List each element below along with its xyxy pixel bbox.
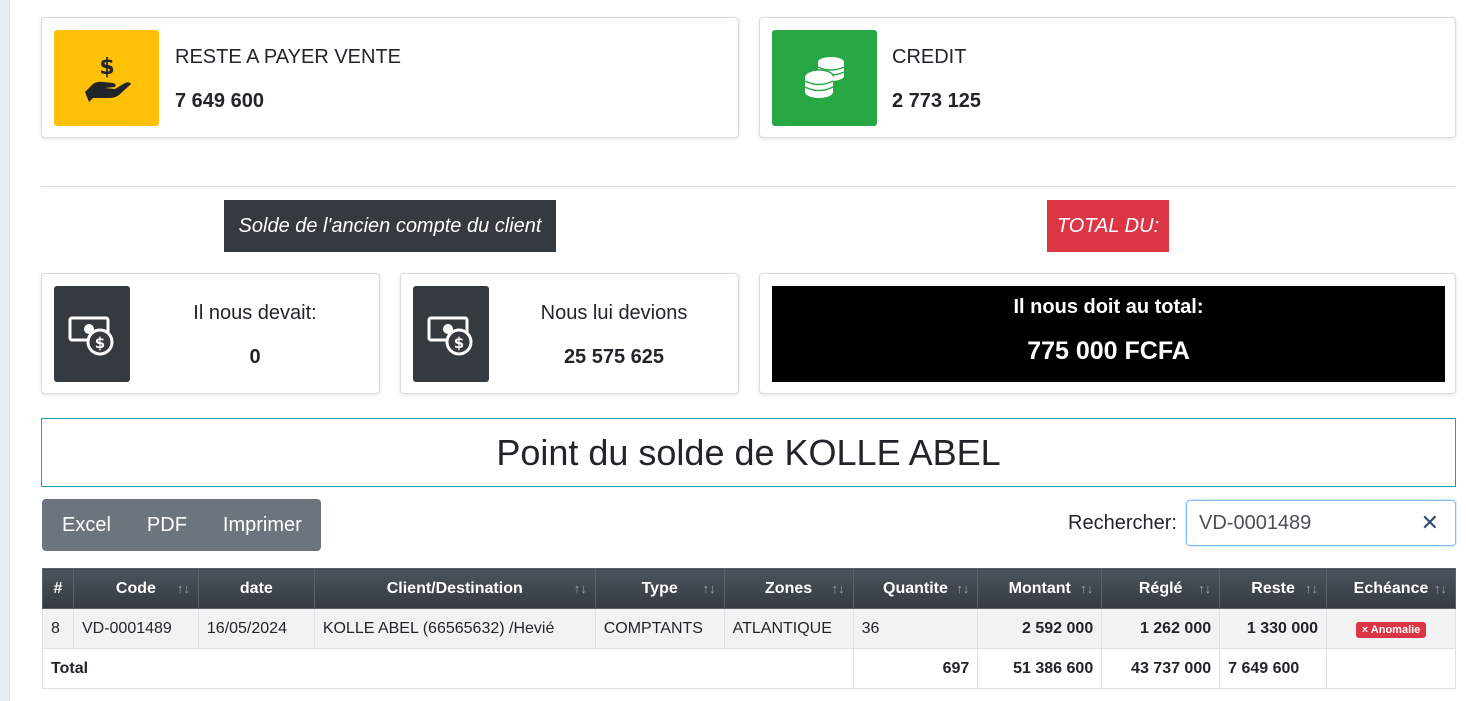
svg-text:$: $ — [99, 55, 114, 80]
search-input[interactable] — [1199, 512, 1399, 535]
il-nous-devait-card: $ Il nous devait: 0 — [41, 273, 380, 394]
cell-montant: 2 592 000 — [977, 608, 1103, 649]
footer-quantite: 697 — [852, 648, 979, 689]
sort-icon: ↑↓ — [1305, 581, 1319, 596]
col-header-date[interactable]: date — [197, 568, 315, 609]
col-header-quantite[interactable]: Quantite ↑↓ — [852, 568, 979, 609]
sort-icon: ↑↓ — [702, 581, 716, 596]
nous-lui-devions-value: 25 575 625 — [563, 346, 665, 368]
cell-quantite: 36 — [852, 608, 979, 649]
credit-card: CREDIT 2 773 125 — [759, 17, 1456, 138]
sort-icon: ↑↓ — [1198, 581, 1212, 596]
table-footer-row: Total 697 51 386 600 43 737 000 7 649 60… — [42, 648, 1456, 689]
col-header-client[interactable]: Client/Destination ↑↓ — [313, 568, 596, 609]
svg-text:$: $ — [454, 334, 464, 352]
total-card: Il nous doit au total: 775 000 FCFA — [759, 273, 1456, 394]
col-header-echeance[interactable]: Echéance ↑↓ — [1326, 568, 1456, 609]
reste-a-payer-card: $ RESTE A PAYER VENTE 7 649 600 — [41, 17, 739, 138]
credit-label: CREDIT — [892, 46, 967, 68]
print-button[interactable]: Imprimer — [205, 514, 320, 537]
cell-echeance: × Anomalie — [1326, 608, 1456, 649]
hand-dollar-icon-box: $ — [54, 30, 159, 126]
sort-icon: ↑↓ — [1434, 581, 1447, 596]
sort-icon: ↑↓ — [956, 581, 970, 596]
sort-icon: ↑↓ — [176, 581, 190, 596]
cell-regle: 1 262 000 — [1101, 608, 1221, 649]
section-divider — [41, 186, 1456, 187]
svg-text:$: $ — [95, 334, 105, 352]
table-header-row: # Code ↑↓ date Client/Destination ↑↓ Type ↑… — [42, 568, 1456, 609]
close-icon[interactable]: ✕ — [1421, 510, 1439, 536]
cell-client: KOLLE ABEL (66565632) /Hevié — [313, 608, 596, 649]
col-header-type[interactable]: Type ↑↓ — [594, 568, 725, 609]
footer-total-label: Total — [42, 648, 854, 689]
footer-regle: 43 737 000 — [1101, 648, 1221, 689]
footer-montant: 51 386 600 — [977, 648, 1103, 689]
col-header-regle[interactable]: Réglé ↑↓ — [1101, 568, 1221, 609]
footer-echeance — [1326, 648, 1456, 689]
nous-lui-devions-label: Nous lui devions — [540, 302, 688, 324]
money-bill-icon: $ — [427, 316, 473, 356]
excel-button[interactable]: Excel — [42, 514, 129, 537]
cell-reste: 1 330 000 — [1219, 608, 1328, 649]
il-nous-devait-value: 0 — [249, 346, 261, 368]
page-title: Point du solde de KOLLE ABEL — [496, 431, 1001, 473]
sort-icon: ↑↓ — [1080, 581, 1094, 596]
money-bill-icon-box: $ — [413, 286, 489, 382]
total-value: 775 000 FCFA — [1027, 337, 1190, 365]
total-du-tag: TOTAL DU: — [1047, 200, 1169, 252]
data-table: # Code ↑↓ date Client/Destination ↑↓ Type ↑… — [42, 568, 1456, 689]
reste-a-payer-value: 7 649 600 — [175, 90, 264, 112]
sort-icon: ↑↓ — [831, 581, 845, 596]
col-header-code[interactable]: Code ↑↓ — [72, 568, 199, 609]
total-panel: Il nous doit au total: 775 000 FCFA — [772, 286, 1445, 382]
cell-date: 16/05/2024 — [197, 608, 315, 649]
cell-type: COMPTANTS — [594, 608, 725, 649]
cell-code: VD-0001489 — [72, 608, 199, 649]
hand-dollar-icon: $ — [84, 55, 131, 102]
total-label: Il nous doit au total: — [1013, 296, 1204, 318]
credit-value: 2 773 125 — [892, 90, 981, 112]
pdf-button[interactable]: PDF — [129, 514, 205, 537]
left-rail — [0, 0, 10, 701]
col-header-zones[interactable]: Zones ↑↓ — [723, 568, 854, 609]
col-header-num[interactable]: # — [42, 568, 74, 609]
anomalie-badge[interactable]: × Anomalie — [1355, 621, 1427, 638]
money-bill-icon: $ — [68, 316, 114, 356]
col-header-montant[interactable]: Montant ↑↓ — [977, 568, 1103, 609]
search-label: Rechercher: — [1068, 512, 1177, 534]
ancien-compte-tag: Solde de l'ancien compte du client — [224, 200, 556, 252]
search-field[interactable]: ✕ — [1186, 500, 1456, 546]
cell-zone: ATLANTIQUE — [723, 608, 854, 649]
col-header-reste[interactable]: Reste ↑↓ — [1219, 568, 1328, 609]
coins-icon — [803, 57, 844, 98]
reste-a-payer-label: RESTE A PAYER VENTE — [175, 46, 401, 68]
sort-icon: ↑↓ — [573, 581, 587, 596]
coins-icon-box — [772, 30, 877, 126]
money-bill-icon-box: $ — [54, 286, 130, 382]
table-row[interactable]: 8 VD-0001489 16/05/2024 KOLLE ABEL (6656… — [42, 608, 1456, 649]
cell-num: 8 — [42, 608, 74, 649]
page-title-box: Point du solde de KOLLE ABEL — [41, 418, 1456, 487]
il-nous-devait-label: Il nous devait: — [193, 302, 317, 324]
footer-reste: 7 649 600 — [1219, 648, 1328, 689]
export-button-group: Excel PDF Imprimer — [42, 499, 321, 551]
nous-lui-devions-card: $ Nous lui devions 25 575 625 — [400, 273, 739, 394]
